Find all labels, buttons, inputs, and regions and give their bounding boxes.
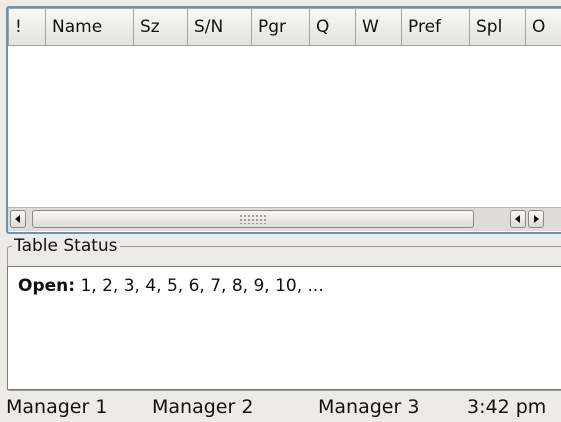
horizontal-scrollbar[interactable] — [8, 207, 561, 231]
column-header-name[interactable]: Name — [46, 8, 134, 46]
bottom-bar: Manager 1 Manager 2 Manager 3 3:42 pm — [0, 392, 561, 422]
table-panel: ! Name Sz S/N Pgr Q W Pref Spl O — [6, 6, 561, 234]
clock-time: 3:42 pm — [467, 396, 547, 418]
column-header-special[interactable]: Spl — [470, 8, 526, 46]
open-label: Open: — [18, 276, 76, 296]
column-header-server-number[interactable]: S/N — [188, 8, 252, 46]
open-tables-line: Open: 1, 2, 3, 4, 5, 6, 7, 8, 9, 10, ... — [18, 275, 324, 297]
open-tables-list: 1, 2, 3, 4, 5, 6, 7, 8, 9, 10, ... — [75, 276, 324, 296]
grip-icon — [239, 214, 267, 224]
table-status-title: Table Status — [12, 235, 120, 257]
manager-2-button[interactable]: Manager 2 — [152, 392, 253, 422]
column-header-alert[interactable]: ! — [8, 8, 46, 46]
column-header-preference[interactable]: Pref — [402, 8, 470, 46]
table-header: ! Name Sz S/N Pgr Q W Pref Spl O — [8, 8, 561, 46]
column-header-wait[interactable]: W — [356, 8, 402, 46]
table-status-box: Open: 1, 2, 3, 4, 5, 6, 7, 8, 9, 10, ... — [7, 266, 561, 390]
column-header-pager[interactable]: Pgr — [252, 8, 310, 46]
scroll-right-icon[interactable] — [528, 210, 544, 228]
column-header-other[interactable]: O — [526, 8, 561, 46]
scroll-left-icon[interactable] — [10, 210, 26, 228]
scrollbar-thumb[interactable] — [32, 210, 474, 228]
manager-1-button[interactable]: Manager 1 — [6, 392, 107, 422]
column-header-size[interactable]: Sz — [134, 8, 188, 46]
table-body[interactable] — [8, 46, 561, 206]
manager-3-button[interactable]: Manager 3 — [318, 392, 419, 422]
column-header-quote[interactable]: Q — [310, 8, 356, 46]
scroll-left-icon[interactable] — [510, 210, 526, 228]
